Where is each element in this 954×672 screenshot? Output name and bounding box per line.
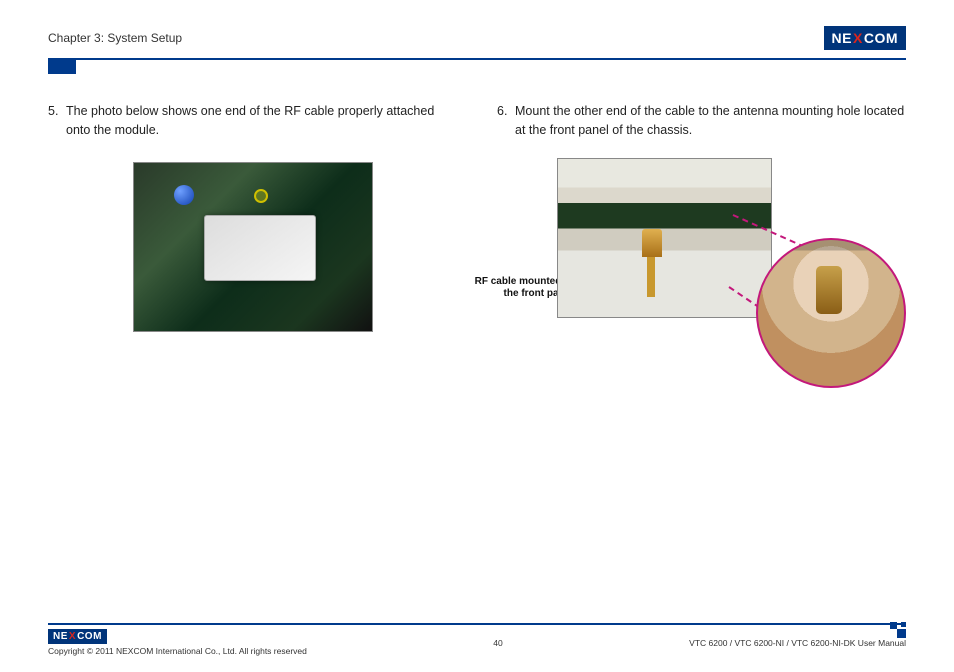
step-6-text: Mount the other end of the cable to the … bbox=[515, 102, 906, 140]
header-accent-block bbox=[48, 60, 76, 74]
header-rule bbox=[48, 58, 906, 60]
chapter-title: Chapter 3: System Setup bbox=[48, 31, 182, 45]
step-5-figure-wrap bbox=[48, 162, 457, 332]
step-6-figure: RF cable mounted at the front panel bbox=[497, 158, 906, 418]
callout-detail-circle bbox=[756, 238, 906, 388]
highlight-circle-icon bbox=[254, 189, 268, 203]
nexcom-logo-bottom: NE X COM bbox=[48, 629, 107, 644]
logo-part-left: NE bbox=[832, 30, 852, 46]
page-header: Chapter 3: System Setup NE X COM bbox=[48, 24, 906, 52]
page-number: 40 bbox=[493, 638, 502, 648]
footer-left: NE X COM Copyright © 2011 NEXCOM Interna… bbox=[48, 629, 307, 656]
rf-cable-module-photo bbox=[133, 162, 373, 332]
step-6-number: 6. bbox=[497, 102, 515, 140]
step-5-number: 5. bbox=[48, 102, 66, 140]
logo-part-x: X bbox=[853, 30, 863, 46]
right-column: 6. Mount the other end of the cable to t… bbox=[497, 102, 906, 418]
content-columns: 5. The photo below shows one end of the … bbox=[48, 102, 906, 418]
step-6: 6. Mount the other end of the cable to t… bbox=[497, 102, 906, 140]
left-column: 5. The photo below shows one end of the … bbox=[48, 102, 457, 418]
page-footer: NE X COM Copyright © 2011 NEXCOM Interna… bbox=[48, 623, 906, 656]
logo-part-right: COM bbox=[864, 30, 898, 46]
nexcom-logo-top: NE X COM bbox=[824, 26, 906, 50]
footer-rule bbox=[48, 623, 906, 625]
logo-bottom-left: NE bbox=[53, 631, 68, 642]
document-title: VTC 6200 / VTC 6200-NI / VTC 6200-NI-DK … bbox=[689, 638, 906, 648]
logo-bottom-right: COM bbox=[77, 631, 102, 642]
logo-bottom-x: X bbox=[69, 631, 76, 642]
copyright-text: Copyright © 2011 NEXCOM International Co… bbox=[48, 646, 307, 656]
step-5-text: The photo below shows one end of the RF … bbox=[66, 102, 457, 140]
step-5: 5. The photo below shows one end of the … bbox=[48, 102, 457, 140]
